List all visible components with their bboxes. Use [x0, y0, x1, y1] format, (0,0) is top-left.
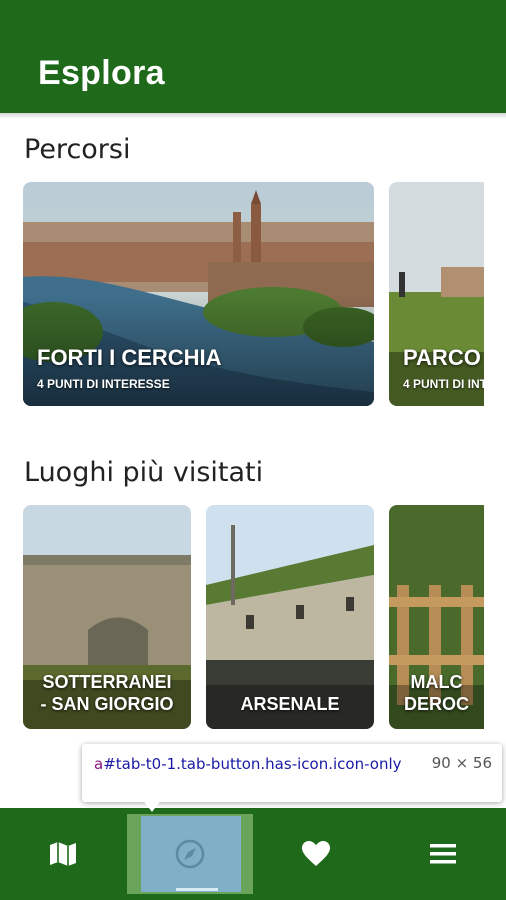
- menu-icon: [430, 844, 456, 864]
- place-label: MALC DEROC: [389, 671, 484, 715]
- route-image: [389, 182, 484, 406]
- place-label: ARSENALE: [206, 693, 374, 715]
- tab-explore[interactable]: [127, 808, 253, 900]
- routes-section-title: Percorsi: [24, 134, 131, 165]
- map-icon: [50, 842, 76, 866]
- compass-icon: [175, 839, 205, 869]
- place-label: SOTTERRANEI - SAN GIORGIO: [23, 671, 191, 715]
- place-label-line1: ARSENALE: [240, 694, 340, 714]
- place-label-line2: DEROC: [403, 694, 469, 714]
- inspector-tooltip: a#tab-t0-1.tab-button.has-icon.icon-only…: [82, 744, 502, 802]
- place-card-sotterranei[interactable]: SOTTERRANEI - SAN GIORGIO: [23, 505, 191, 729]
- inspector-size: 90 × 56: [431, 754, 492, 772]
- route-subtitle: 4 PUNTI DI INTERESSE: [37, 377, 170, 391]
- place-card-malcontenti[interactable]: MALC DEROC: [389, 505, 484, 729]
- tab-map[interactable]: [0, 808, 126, 900]
- inspector-tooltip-arrow: [143, 800, 161, 812]
- page-title: Esplora: [38, 54, 165, 92]
- route-subtitle: 4 PUNTI DI INTE: [403, 377, 484, 391]
- place-label-line1: MALC: [410, 672, 463, 692]
- inspector-tag: a: [94, 755, 104, 773]
- route-title: FORTI I CERCHIA: [37, 345, 222, 370]
- inspector-selector: a#tab-t0-1.tab-button.has-icon.icon-only: [94, 754, 414, 774]
- route-card-parco[interactable]: PARCO 4 PUNTI DI INTE: [389, 182, 484, 406]
- heart-icon: [302, 841, 330, 866]
- place-label-line1: SOTTERRANEI: [42, 672, 172, 692]
- route-image: [23, 182, 374, 406]
- route-card-forti[interactable]: FORTI I CERCHIA 4 PUNTI DI INTERESSE: [23, 182, 374, 406]
- tab-menu[interactable]: [380, 808, 506, 900]
- place-card-arsenale[interactable]: ARSENALE: [206, 505, 374, 729]
- places-section-title: Luoghi più visitati: [24, 457, 264, 488]
- tab-favorites[interactable]: [253, 808, 379, 900]
- inspector-selector-text: #tab-t0-1.tab-button.has-icon.icon-only: [103, 755, 402, 773]
- header-shadow: [0, 113, 506, 119]
- active-tab-indicator: [176, 888, 218, 891]
- route-title: PARCO: [403, 345, 481, 370]
- app-header: Esplora: [0, 0, 506, 113]
- place-label-line2: - SAN GIORGIO: [40, 694, 174, 714]
